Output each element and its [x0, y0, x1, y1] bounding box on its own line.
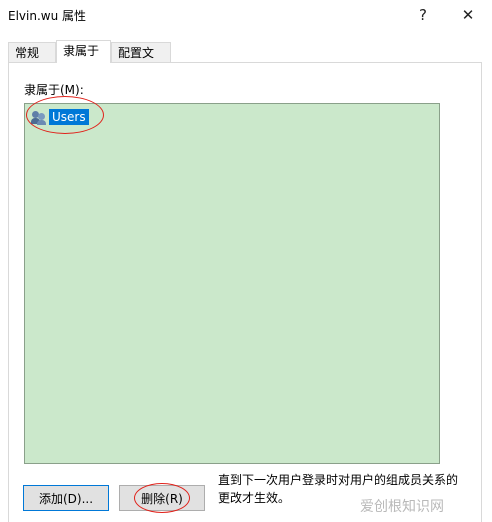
remove-button[interactable]: 删除(R) — [119, 485, 205, 511]
list-item-label: Users — [49, 109, 89, 125]
title-bar: Elvin.wu 属性 ? ✕ — [0, 0, 492, 30]
watermark: 爱创根知识网 — [360, 499, 444, 515]
list-item[interactable]: Users — [31, 108, 89, 126]
help-button[interactable]: ? — [405, 2, 441, 28]
member-of-label: 隶属于(M): — [24, 83, 84, 97]
tab-profile[interactable]: 配置文件 — [111, 42, 171, 80]
properties-dialog: Elvin.wu 属性 ? ✕ 常规 隶属于 配置文件 隶属于(M): User… — [0, 0, 492, 522]
tab-general[interactable]: 常规 — [8, 42, 56, 62]
tab-member-of[interactable]: 隶属于 — [56, 40, 111, 63]
add-button[interactable]: 添加(D)... — [23, 485, 109, 511]
close-button[interactable]: ✕ — [450, 2, 486, 28]
group-icon — [31, 109, 47, 125]
member-of-list[interactable]: Users — [24, 103, 440, 464]
window-title: Elvin.wu 属性 — [8, 9, 87, 23]
